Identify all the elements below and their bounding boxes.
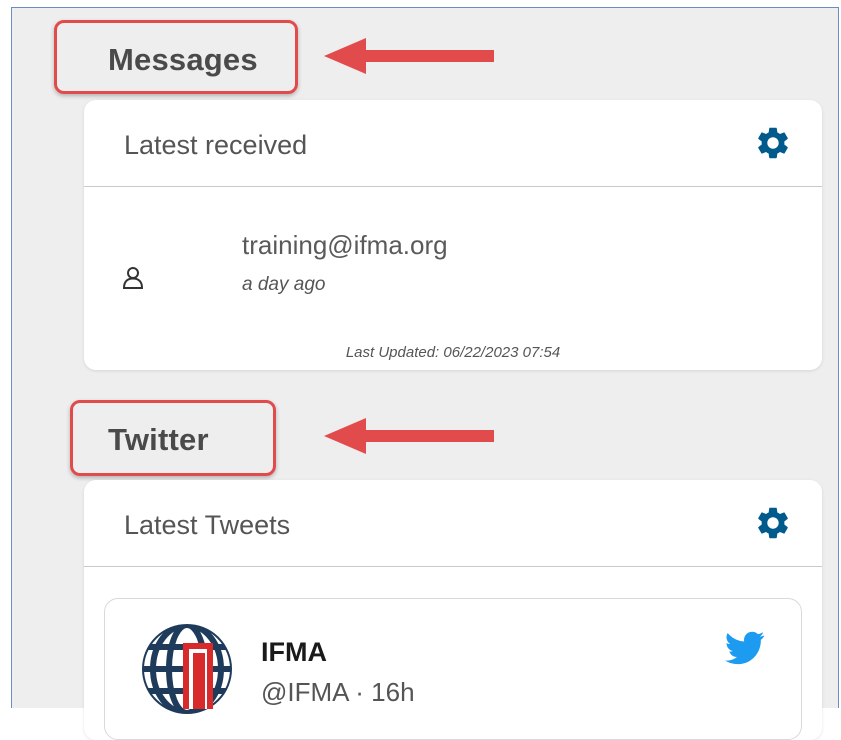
twitter-section-title: Twitter	[108, 422, 209, 457]
twitter-bird-icon[interactable]	[725, 631, 765, 665]
twitter-card-header: Latest Tweets	[84, 480, 822, 567]
messages-annotation-arrow	[324, 38, 494, 74]
messages-card-title: Latest received	[124, 130, 308, 160]
dashboard-panel: Messages Latest received training@ifma.o…	[11, 7, 839, 740]
gear-icon[interactable]	[754, 504, 792, 542]
messages-section-title: Messages	[108, 42, 258, 77]
message-time: a day ago	[242, 274, 326, 295]
twitter-annotation-arrow	[324, 418, 494, 454]
ifma-logo-icon	[142, 624, 232, 714]
twitter-card-title: Latest Tweets	[124, 510, 291, 540]
message-sender[interactable]: training@ifma.org	[242, 230, 448, 261]
twitter-card: Latest Tweets IFMA @IFMA · 16h	[84, 480, 822, 740]
user-icon	[122, 267, 144, 289]
messages-card: Latest received training@ifma.org a day …	[84, 100, 822, 370]
tweet-account-name[interactable]: IFMA	[261, 637, 327, 668]
messages-card-header: Latest received	[84, 100, 822, 187]
messages-last-updated: Last Updated: 06/22/2023 07:54	[345, 344, 561, 361]
tweet-item[interactable]: IFMA @IFMA · 16h	[104, 598, 802, 740]
gear-icon[interactable]	[754, 124, 792, 162]
